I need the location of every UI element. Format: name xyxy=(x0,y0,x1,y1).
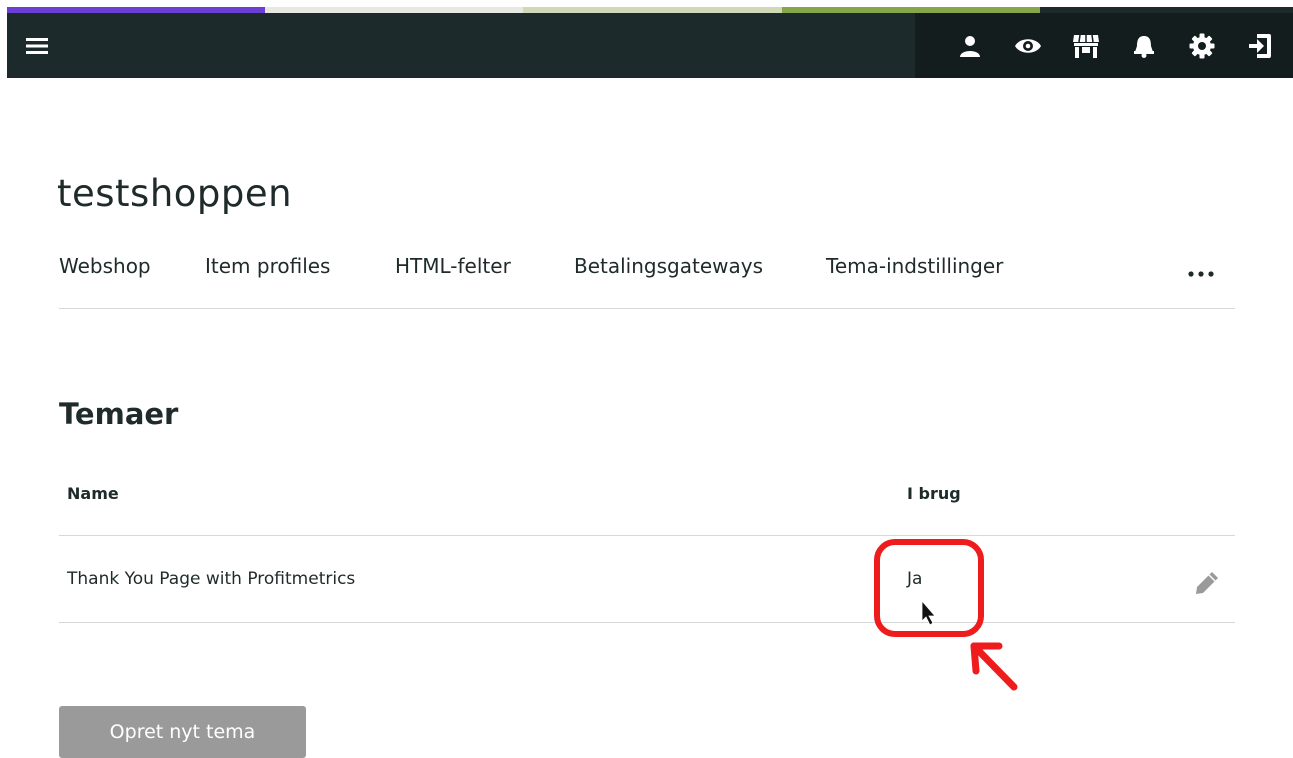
column-header-name: Name xyxy=(67,484,119,503)
hamburger-icon xyxy=(26,37,48,54)
eye-icon xyxy=(1015,38,1041,53)
annotation-arrow-icon xyxy=(970,642,1018,691)
bell-icon xyxy=(1134,35,1154,58)
preview-button[interactable] xyxy=(1014,32,1042,60)
create-theme-button[interactable]: Opret nyt tema xyxy=(59,706,306,758)
profile-button[interactable] xyxy=(956,32,984,60)
top-navbar xyxy=(7,13,1293,78)
table-divider xyxy=(59,535,1235,536)
ellipsis-icon xyxy=(1188,271,1214,277)
user-icon xyxy=(960,35,980,57)
notifications-button[interactable] xyxy=(1130,32,1158,60)
tab-html-felter[interactable]: HTML-felter xyxy=(395,254,511,278)
navbar-icon-group xyxy=(915,13,1293,78)
tab-item-profiles[interactable]: Item profiles xyxy=(205,254,330,278)
theme-name-cell[interactable]: Thank You Page with Profitmetrics xyxy=(67,569,355,589)
shop-tabs: Webshop Item profiles HTML-felter Betali… xyxy=(59,254,1235,309)
section-heading-temaer: Temaer xyxy=(59,397,179,431)
logout-icon xyxy=(1249,33,1271,58)
store-button[interactable] xyxy=(1072,32,1100,60)
logout-button[interactable] xyxy=(1246,32,1274,60)
page-title: testshoppen xyxy=(57,172,293,215)
highlight-box xyxy=(874,539,984,637)
tab-webshop[interactable]: Webshop xyxy=(59,254,151,278)
tab-tema-indstillinger[interactable]: Tema-indstillinger xyxy=(826,254,1003,278)
tabs-more-button[interactable] xyxy=(1187,260,1215,284)
tab-betalingsgateways[interactable]: Betalingsgateways xyxy=(574,254,763,278)
column-header-i-brug: I brug xyxy=(907,484,961,503)
edit-theme-button[interactable] xyxy=(1191,567,1223,599)
gear-icon xyxy=(1189,33,1215,58)
highlight-annotation xyxy=(874,539,1018,691)
pencil-icon xyxy=(1196,572,1218,594)
table-divider xyxy=(59,622,1235,623)
menu-button[interactable] xyxy=(7,13,67,78)
theme-in-use-cell: Ja xyxy=(907,569,923,589)
store-icon xyxy=(1073,34,1099,58)
settings-button[interactable] xyxy=(1188,32,1216,60)
